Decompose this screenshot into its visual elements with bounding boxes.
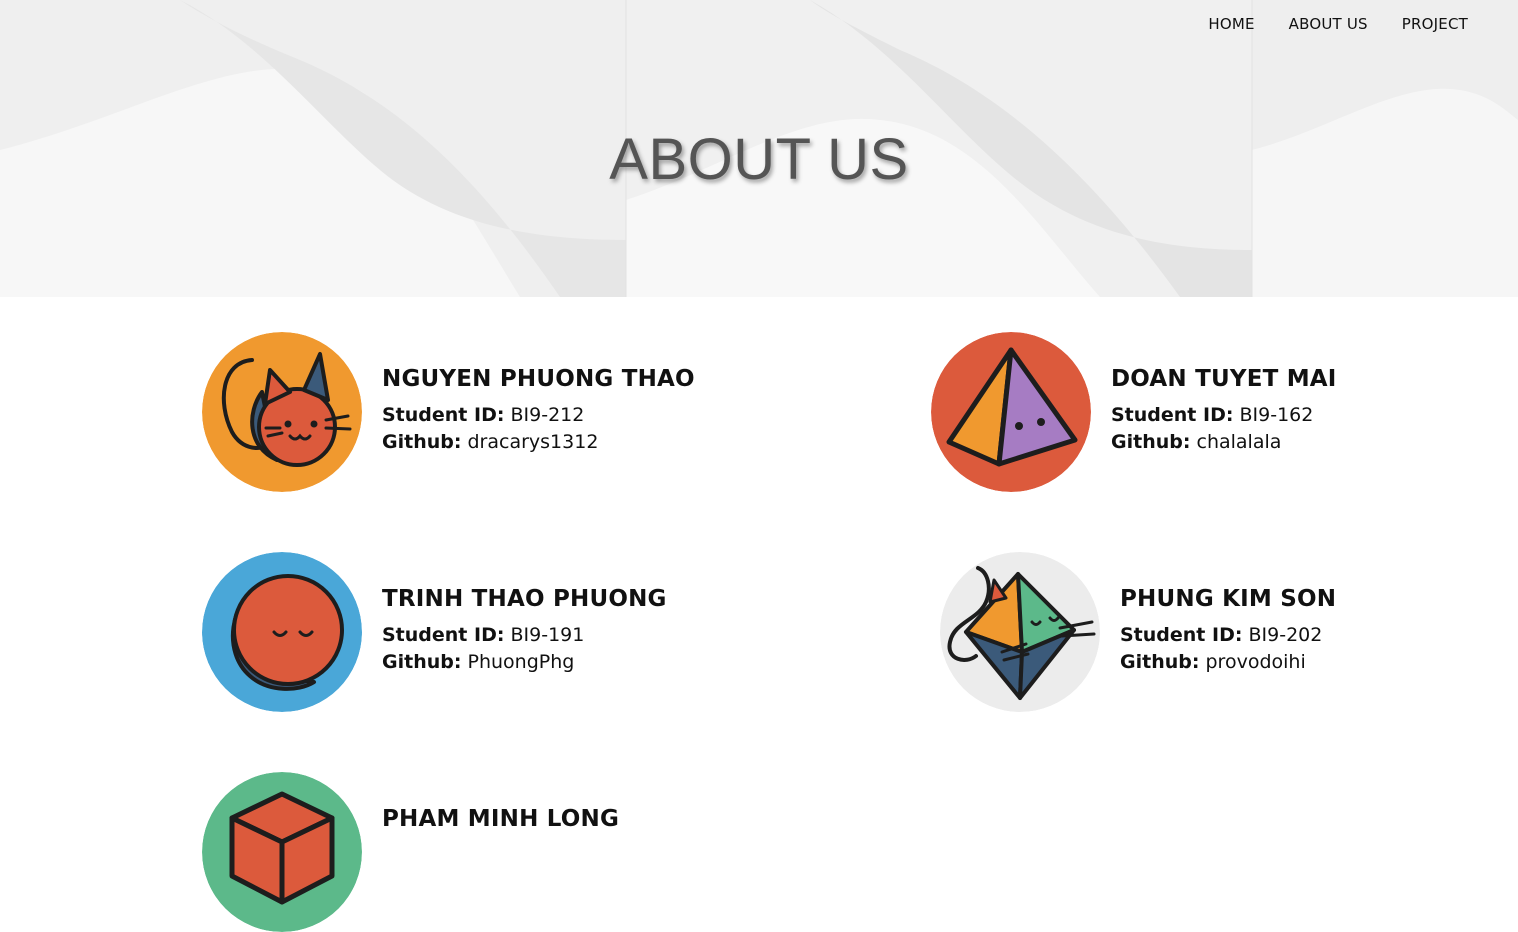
member-github: Github: PhuongPhg <box>382 651 575 673</box>
top-navigation: HOME ABOUT US PROJECT <box>1191 14 1468 34</box>
member-student-id: Student ID: BI9-202 <box>1120 624 1323 646</box>
member-github: Github: chalalala <box>1111 431 1282 453</box>
member-name: PHUNG KIM SON <box>1120 586 1337 612</box>
member-name: NGUYEN PHUONG THAO <box>382 366 695 392</box>
member-student-id: Student ID: BI9-212 <box>382 404 585 426</box>
nav-project-link[interactable]: PROJECT <box>1385 14 1468 34</box>
member-student-id: Student ID: BI9-162 <box>1111 404 1314 426</box>
member-github: Github: provodoihi <box>1120 651 1306 673</box>
member-student-id: Student ID: BI9-191 <box>382 624 585 646</box>
member-github: Github: dracarys1312 <box>382 431 599 453</box>
pyramid-avatar-icon <box>931 332 1091 492</box>
cat-avatar-icon <box>202 332 362 492</box>
hero-banner: HOME ABOUT US PROJECT ABOUT US <box>0 0 1518 297</box>
cube-avatar-icon <box>202 772 362 932</box>
member-name: PHAM MINH LONG <box>382 806 620 832</box>
member-name: DOAN TUYET MAI <box>1111 366 1337 392</box>
member-name: TRINH THAO PHUONG <box>382 586 667 612</box>
nav-about-us-link[interactable]: ABOUT US <box>1272 14 1385 34</box>
moon-avatar-icon <box>202 552 362 712</box>
diamond-cat-avatar-icon <box>940 552 1100 712</box>
nav-home-link[interactable]: HOME <box>1191 14 1271 34</box>
page-title: ABOUT US <box>609 127 909 192</box>
